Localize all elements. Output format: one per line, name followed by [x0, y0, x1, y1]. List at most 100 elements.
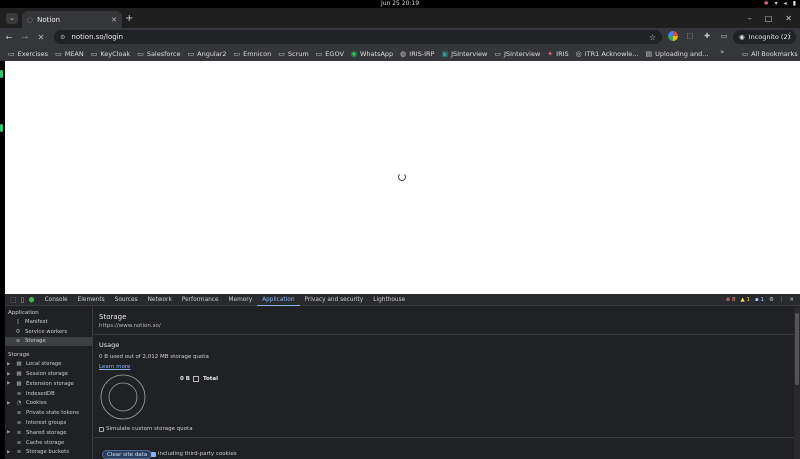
- devtools-tab-network[interactable]: Network: [143, 294, 177, 306]
- sidebar-item-session-storage[interactable]: ▶ ▦ Session storage: [5, 369, 92, 379]
- back-icon[interactable]: ←: [2, 33, 16, 42]
- battery-icon[interactable]: ▮: [793, 0, 796, 7]
- page-viewport[interactable]: [5, 61, 800, 294]
- tab-notion[interactable]: ◌ Notion ✕: [22, 11, 122, 28]
- bookmark-item[interactable]: ▭ MEAN: [55, 50, 84, 58]
- shield-icon[interactable]: ⬢: [28, 296, 34, 304]
- learn-more-link[interactable]: Learn more: [99, 364, 130, 370]
- clear-site-data-button[interactable]: Clear site data: [102, 450, 153, 459]
- extension-color-icon[interactable]: [668, 31, 678, 41]
- site-info-icon[interactable]: ⚙: [60, 34, 65, 41]
- cookie-icon: ◔: [16, 400, 22, 407]
- bookmark-item[interactable]: ▭ JSInterview: [494, 50, 540, 58]
- scrollbar-thumb[interactable]: [795, 313, 799, 385]
- expand-arrow-icon[interactable]: ▶: [7, 450, 12, 455]
- bookmarks-overflow-icon[interactable]: »: [720, 48, 724, 56]
- puzzle-icon[interactable]: ✚: [702, 31, 712, 41]
- devtools-tab-lighthouse[interactable]: Lighthouse: [368, 294, 410, 306]
- database-icon: ≡: [16, 420, 22, 427]
- extension-icon[interactable]: ⬚: [685, 31, 695, 41]
- bookmark-item[interactable]: ▭ EGOV: [316, 50, 344, 58]
- sidebar-item-cookies[interactable]: ▶ ◔ Cookies: [5, 399, 92, 409]
- devtools-tab-privacy-and-security[interactable]: Privacy and security: [300, 294, 369, 306]
- url-text[interactable]: notion.so/login: [71, 33, 648, 41]
- settings-gear-icon[interactable]: ⚙: [769, 297, 774, 303]
- devtools-close-icon[interactable]: ✕: [789, 297, 794, 303]
- storage-scrollbar[interactable]: [794, 307, 800, 459]
- notification-icon[interactable]: ✱: [764, 0, 769, 7]
- sidebar-item-shared-storage[interactable]: ▶ ≡ Shared storage: [5, 428, 92, 438]
- sidebar-item-label: Local storage: [26, 361, 62, 368]
- devtools-tab-elements[interactable]: Elements: [73, 294, 110, 306]
- devtools-menu-icon[interactable]: ⋮: [779, 297, 785, 303]
- os-clock: Jun 25 20:19: [380, 0, 420, 7]
- bookmark-star-icon[interactable]: ☆: [649, 33, 656, 42]
- volume-icon[interactable]: ◂: [784, 0, 787, 7]
- device-toggle-icon[interactable]: ▯: [21, 296, 25, 304]
- stop-icon[interactable]: ✕: [34, 33, 48, 42]
- whatsapp-icon: ◉: [350, 49, 357, 58]
- bookmark-item[interactable]: ▭ Emnicon: [234, 50, 272, 58]
- sidebar-item-storage[interactable]: ≡ Storage: [5, 336, 92, 347]
- simulate-quota-checkbox[interactable]: [99, 427, 104, 432]
- expand-arrow-icon[interactable]: ▶: [7, 362, 12, 367]
- devtools-tab-memory[interactable]: Memory: [224, 294, 258, 306]
- devtools-tab-performance[interactable]: Performance: [177, 294, 224, 306]
- wifi-icon[interactable]: ▾: [775, 0, 778, 7]
- devtools-tab-sources[interactable]: Sources: [110, 294, 143, 306]
- legend-label: Total: [203, 376, 219, 382]
- expand-arrow-icon[interactable]: ▶: [7, 372, 12, 377]
- sidebar-item-label: Session storage: [26, 371, 69, 378]
- sidebar-item-storage-buckets[interactable]: ▶ ≡ Storage buckets: [5, 448, 92, 458]
- split-view-icon[interactable]: ▭: [719, 31, 729, 41]
- maximize-icon[interactable]: □: [765, 14, 773, 23]
- bookmark-item[interactable]: ◍ IRIS-IRP: [400, 50, 434, 58]
- sidebar-item-private-state-tokens[interactable]: ≡ Private state tokens: [5, 408, 92, 418]
- sidebar-item-indexeddb[interactable]: ≡ IndexedDB: [5, 389, 92, 399]
- close-window-icon[interactable]: ✕: [785, 14, 792, 23]
- sidebar-item-manifest[interactable]: ▯ Manifest: [5, 317, 92, 327]
- sidebar-item-label: Storage buckets: [26, 449, 70, 456]
- bookmark-item[interactable]: ▭ Scrum: [278, 50, 308, 58]
- expand-arrow-icon[interactable]: ▶: [7, 381, 12, 386]
- bookmark-item[interactable]: ◉ WhatsApp: [351, 50, 393, 58]
- expand-arrow-icon[interactable]: ▶: [7, 430, 12, 435]
- bookmark-item[interactable]: ▭ Salesforce: [137, 50, 180, 58]
- sidebar-item-extension-storage[interactable]: ▶ ▦ Extension storage: [5, 379, 92, 389]
- address-bar[interactable]: ⚙ notion.so/login ☆: [54, 30, 662, 44]
- bookmark-item[interactable]: ▭ KeyCloak: [91, 50, 130, 58]
- new-tab-button[interactable]: +: [125, 13, 133, 24]
- sidebar-item-label: Manifest: [25, 318, 48, 325]
- bookmark-item[interactable]: ▣ JSInterview: [441, 50, 487, 58]
- database-icon: ≡: [16, 449, 22, 456]
- bookmark-item[interactable]: ✦ IRIS: [547, 50, 568, 58]
- sidebar-item-cache-storage[interactable]: ≡ Cache storage: [5, 438, 92, 448]
- divider: [94, 437, 794, 438]
- inspect-icon[interactable]: ⬚: [10, 296, 17, 304]
- third-party-cookies-checkbox[interactable]: [151, 452, 156, 457]
- bookmark-item[interactable]: ▤ Uploading and...: [645, 50, 708, 58]
- sidebar-item-interest-groups[interactable]: ≡ Interest groups: [5, 418, 92, 428]
- bookmark-item[interactable]: ▭ Exercises: [8, 50, 48, 58]
- sidebar-item-service-workers[interactable]: ⚙ Service workers: [5, 327, 92, 337]
- menu-kebab-icon[interactable]: ⋮: [786, 31, 794, 40]
- sidebar-item-label: IndexedDB: [26, 390, 55, 397]
- bookmark-item[interactable]: ◎ ITR1 Acknowle...: [576, 50, 639, 58]
- forward-icon[interactable]: →: [18, 33, 32, 42]
- devtools-tool-icons: ⬚ ▯ ⬢: [5, 296, 40, 304]
- devtools-tab-application[interactable]: Application: [257, 294, 300, 306]
- devtools-tab-console[interactable]: Console: [40, 294, 73, 306]
- expand-arrow-icon[interactable]: ▶: [7, 401, 12, 406]
- sidebar-item-local-storage[interactable]: ▶ ▦ Local storage: [5, 359, 92, 369]
- warning-count[interactable]: ▲ 1: [740, 297, 749, 303]
- info-count[interactable]: ▪ 1: [755, 297, 764, 303]
- devtools-tabbar: ⬚ ▯ ⬢ Console Elements Sources Network Perfo…: [5, 294, 800, 306]
- bookmark-item[interactable]: ▭ Angular2: [188, 50, 227, 58]
- error-count[interactable]: ⊗ 8: [726, 297, 736, 303]
- incognito-icon: ◉: [739, 33, 745, 41]
- all-bookmarks-button[interactable]: ▭ All Bookmarks: [742, 46, 798, 61]
- tab-search-button[interactable]: ⌄: [6, 13, 18, 24]
- itr-icon: ◎: [575, 49, 582, 58]
- close-tab-icon[interactable]: ✕: [111, 16, 117, 24]
- minimize-icon[interactable]: –: [748, 14, 752, 23]
